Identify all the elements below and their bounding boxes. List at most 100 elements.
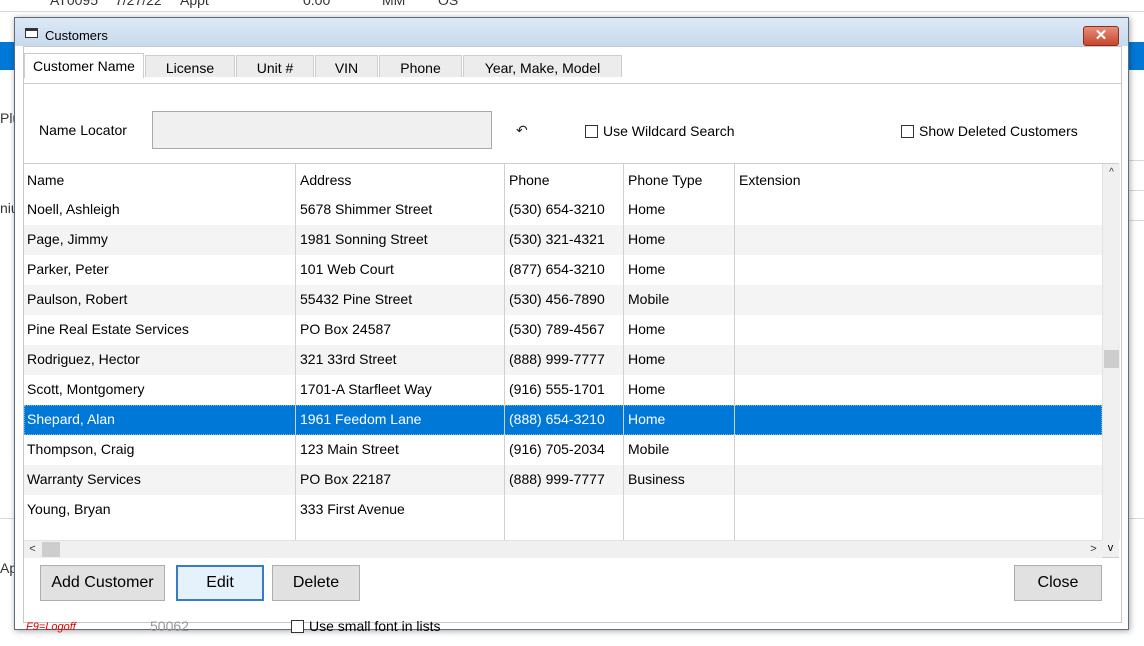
grid-body: Name Address Phone Phone Type Extension …: [24, 164, 1102, 540]
cell-phone-type: Home: [628, 321, 666, 337]
cell-phone-type: Home: [628, 351, 666, 367]
tab-year-make-model[interactable]: Year, Make, Model: [463, 55, 622, 77]
cell-address: 5678 Shimmer Street: [300, 201, 433, 217]
undo-icon[interactable]: ↶: [516, 122, 528, 139]
tab-license[interactable]: License: [145, 55, 235, 77]
cell-phone-type: Home: [628, 231, 666, 247]
cell-address: PO Box 22187: [300, 471, 392, 487]
cell-address: PO Box 24587: [300, 321, 392, 337]
table-row[interactable]: Pine Real Estate Services PO Box 24587 (53…: [24, 315, 1102, 345]
cell-name: Shepard, Alan: [27, 411, 115, 427]
column-divider: [734, 164, 735, 540]
cell-address: 1961 Feedom Lane: [300, 411, 422, 427]
table-row[interactable]: Parker, Peter 101 Web Court (877) 654-3210…: [24, 255, 1102, 285]
column-header-extension[interactable]: Extension: [739, 172, 800, 188]
background-cell: 0.00: [303, 0, 331, 8]
table-row[interactable]: Paulson, Robert 55432 Pine Street (530) 45…: [24, 285, 1102, 315]
title-bar[interactable]: Customers ✕: [15, 18, 1128, 46]
horizontal-scroll-thumb[interactable]: [42, 542, 60, 557]
table-row[interactable]: Noell, Ashleigh 5678 Shimmer Street (530) …: [24, 195, 1102, 225]
scroll-down-icon[interactable]: v: [1102, 540, 1119, 557]
background-rule: [0, 11, 1144, 12]
cell-address: 101 Web Court: [300, 261, 394, 277]
background-cell: MM: [382, 0, 406, 8]
close-button[interactable]: Close: [1014, 565, 1102, 601]
window-title: Customers: [45, 28, 108, 43]
scroll-left-icon[interactable]: <: [24, 541, 41, 558]
tab-unit[interactable]: Unit #: [236, 55, 314, 77]
cell-phone: (530) 789-4567: [509, 321, 605, 337]
cell-name: Page, Jimmy: [27, 231, 108, 247]
small-font-label: Use small font in lists: [309, 618, 441, 634]
tab-vin[interactable]: VIN: [315, 55, 378, 77]
small-font-checkbox[interactable]: [291, 620, 304, 633]
table-row[interactable]: Scott, Montgomery 1701-A Starfleet Way (91…: [24, 375, 1102, 405]
cell-phone-type: Home: [628, 201, 666, 217]
cell-phone-type: Home: [628, 261, 666, 277]
cell-phone: (888) 654-3210: [509, 411, 605, 427]
table-row[interactable]: Rodriguez, Hector 321 33rd Street (888) 99…: [24, 345, 1102, 375]
cell-name: Young, Bryan: [27, 501, 111, 517]
cell-phone-type: Home: [628, 381, 666, 397]
background-rule: [1127, 190, 1144, 191]
cell-address: 321 33rd Street: [300, 351, 397, 367]
cell-address: 1701-A Starfleet Way: [300, 381, 432, 397]
cell-phone-type: Home: [628, 411, 666, 427]
table-row[interactable]: Shepard, Alan 1961 Feedom Lane (888) 654-3…: [24, 405, 1102, 435]
wildcard-label: Use Wildcard Search: [603, 123, 735, 139]
cell-address: 123 Main Street: [300, 441, 399, 457]
column-header-address[interactable]: Address: [300, 172, 351, 188]
cell-phone: (877) 654-3210: [509, 261, 605, 277]
table-row[interactable]: Young, Bryan 333 First Avenue: [24, 495, 1102, 525]
tab-customer-name[interactable]: Customer Name: [24, 53, 144, 78]
cell-address: 55432 Pine Street: [300, 291, 413, 307]
cell-name: Thompson, Craig: [27, 441, 135, 457]
cell-phone: (530) 654-3210: [509, 201, 605, 217]
add-customer-button[interactable]: Add Customer: [40, 565, 165, 601]
vertical-scroll-thumb[interactable]: [1104, 350, 1119, 368]
cell-address: 1981 Sonning Street: [300, 231, 428, 247]
edit-button[interactable]: Edit: [176, 565, 264, 601]
background-cell: AT0095: [50, 0, 98, 8]
scroll-right-icon[interactable]: >: [1085, 541, 1102, 558]
cell-phone: (530) 321-4321: [509, 231, 605, 247]
background-selected-row: [1127, 42, 1144, 70]
column-header-phone-type[interactable]: Phone Type: [628, 172, 702, 188]
delete-button[interactable]: Delete: [272, 565, 360, 601]
scroll-up-icon[interactable]: ^: [1103, 164, 1120, 181]
customers-dialog: Customers ✕ Customer Name License Unit #…: [14, 17, 1129, 634]
tab-phone[interactable]: Phone: [379, 55, 462, 77]
background-rule: [1127, 220, 1144, 221]
record-number: 50062: [150, 618, 189, 634]
cell-phone: (530) 456-7890: [509, 291, 605, 307]
cell-name: Noell, Ashleigh: [27, 201, 120, 217]
customer-grid: Name Address Phone Phone Type Extension …: [24, 163, 1120, 558]
table-row[interactable]: Thompson, Craig 123 Main Street (916) 705-…: [24, 435, 1102, 465]
cell-phone-type: Mobile: [628, 441, 670, 457]
table-row[interactable]: Warranty Services PO Box 22187 (888) 999-7…: [24, 465, 1102, 495]
background-cell: OS: [438, 0, 459, 8]
vertical-scrollbar[interactable]: ^: [1102, 164, 1120, 540]
table-row[interactable]: Page, Jimmy 1981 Sonning Street (530) 321-…: [24, 225, 1102, 255]
horizontal-scrollbar[interactable]: < >: [24, 540, 1102, 558]
window-icon: [25, 28, 38, 38]
close-window-button[interactable]: ✕: [1083, 26, 1119, 46]
column-header-phone[interactable]: Phone: [509, 172, 549, 188]
customers-panel: Customer Name License Unit # VIN Phone Y…: [23, 46, 1122, 634]
cell-name: Scott, Montgomery: [27, 381, 145, 397]
background-cell: 7/27/22: [115, 0, 162, 8]
column-divider: [623, 164, 624, 540]
tab-divider: [24, 83, 1121, 84]
show-deleted-checkbox[interactable]: [901, 125, 914, 138]
column-divider: [295, 164, 296, 540]
cell-phone: (916) 705-2034: [509, 441, 605, 457]
name-locator-input[interactable]: [152, 111, 492, 149]
cell-name: Rodriguez, Hector: [27, 351, 140, 367]
column-header-name[interactable]: Name: [27, 172, 64, 188]
cell-name: Paulson, Robert: [27, 291, 128, 307]
cell-phone: (916) 555-1701: [509, 381, 605, 397]
cell-name: Parker, Peter: [27, 261, 109, 277]
background-cell: Appt: [180, 0, 209, 8]
column-divider: [504, 164, 505, 540]
wildcard-checkbox[interactable]: [585, 125, 598, 138]
